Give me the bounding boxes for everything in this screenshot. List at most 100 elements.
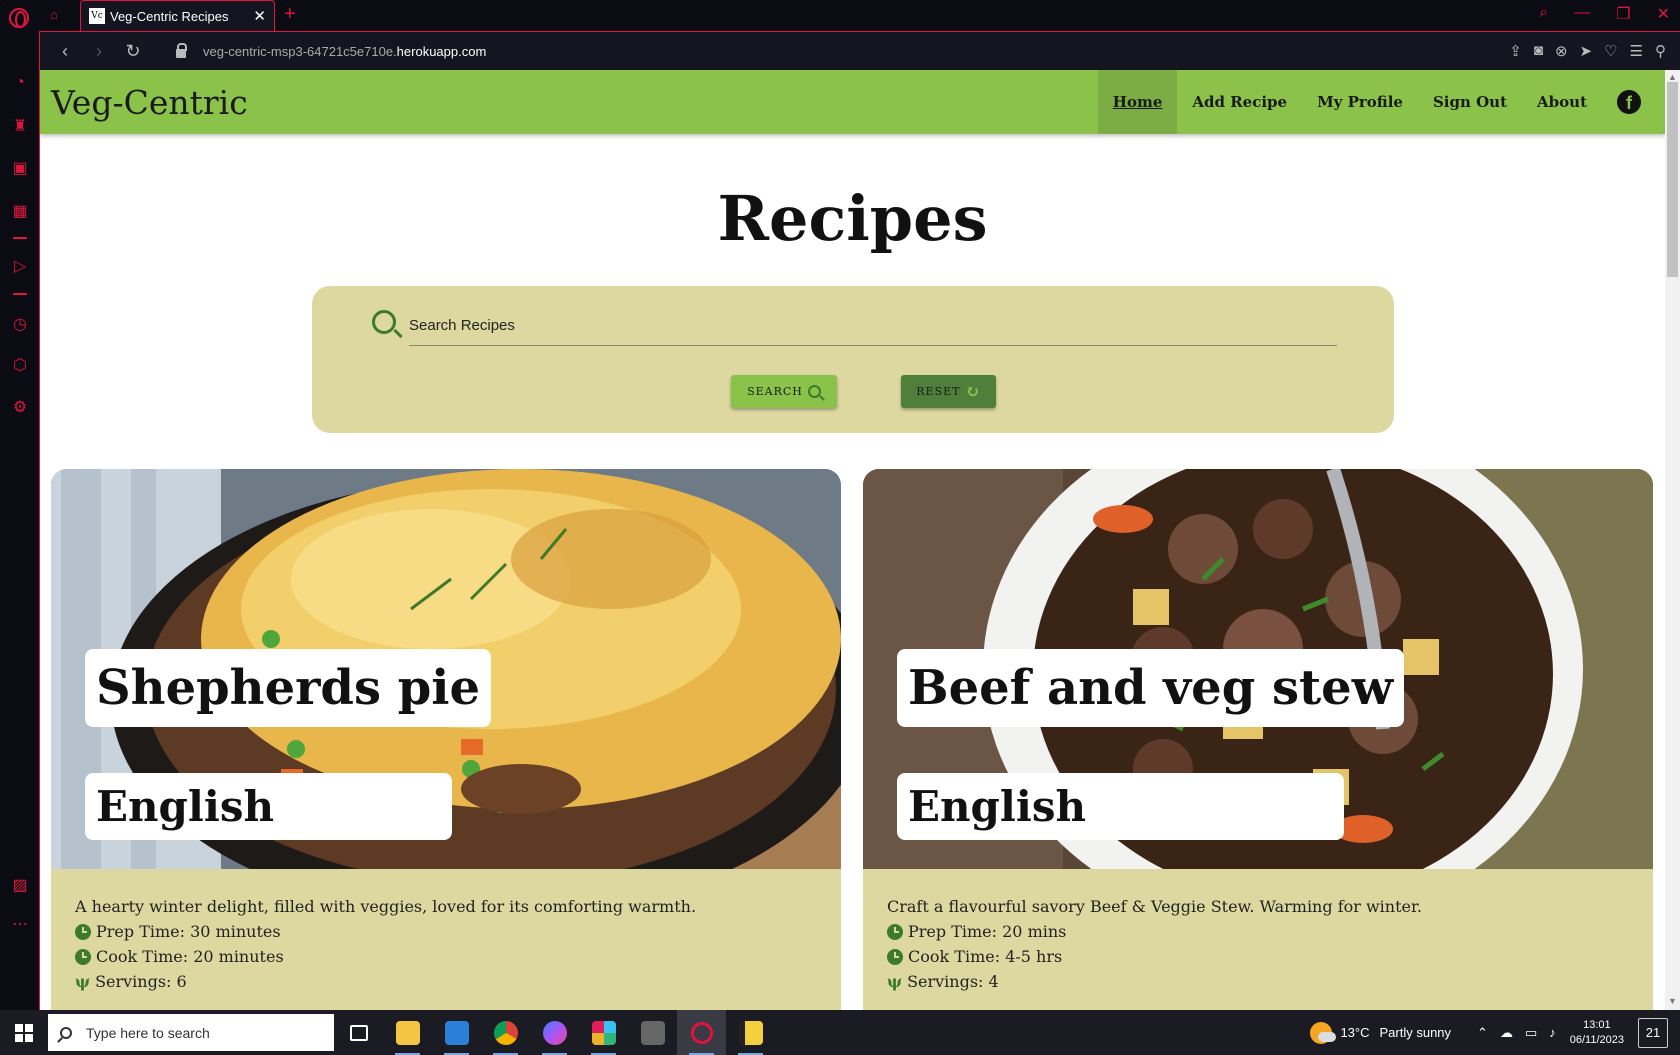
more-icon[interactable]: ⋯ <box>10 915 30 935</box>
reset-button[interactable]: RESET ↻ <box>901 375 996 408</box>
nav-add-recipe[interactable]: Add Recipe <box>1177 70 1302 134</box>
reset-icon: ↻ <box>965 381 981 402</box>
browser-tab-bar: ⌂ Vc Veg-Centric Recipes ✕ + ⌕ — ❐ ✕ <box>0 0 1680 31</box>
extensions-icon[interactable]: ⬡ <box>10 356 30 376</box>
slack-icon[interactable] <box>579 1010 628 1055</box>
lock-icon[interactable] <box>176 42 187 58</box>
gamepad-icon[interactable]: ⌂ <box>50 7 66 23</box>
gx-corner-icon[interactable]: ♜ <box>10 117 30 137</box>
tab-close-icon[interactable]: ✕ <box>253 7 266 25</box>
servings-text: Servings: 4 <box>907 972 999 991</box>
scroll-down-icon[interactable]: ▼ <box>1668 996 1677 1006</box>
network-icon[interactable]: ▭ <box>1525 1025 1537 1041</box>
tab-favicon-icon: Vc <box>89 8 105 24</box>
weather-temp[interactable]: 13°C <box>1340 1025 1369 1040</box>
recipe-image-beef-stew[interactable]: Beef and veg stew English <box>863 469 1653 869</box>
cat-app-icon[interactable] <box>628 1010 677 1055</box>
twitch-icon[interactable]: ▣ <box>10 159 30 179</box>
search-button-label: SEARCH <box>747 385 803 398</box>
nav-links: Home Add Recipe My Profile Sign Out Abou… <box>1097 70 1665 134</box>
notification-center-icon[interactable]: 21 <box>1638 1017 1668 1048</box>
reload-icon[interactable]: ↻ <box>124 41 142 62</box>
url-field[interactable]: veg-centric-msp3-64721c5e710e.herokuapp.… <box>203 44 486 59</box>
task-view-icon[interactable] <box>334 1010 383 1055</box>
nav-about[interactable]: About <box>1522 70 1602 134</box>
recipe-card-body: A hearty winter delight, filled with veg… <box>51 869 841 1010</box>
mail-icon[interactable] <box>432 1010 481 1055</box>
recipe-card[interactable]: Beef and veg stew English Craft a flavou… <box>863 469 1653 1010</box>
easy-setup-icon[interactable]: ☰ <box>1630 42 1643 60</box>
opera-menu-icon[interactable] <box>9 8 29 28</box>
system-tray: 13°C Partly sunny ⌃ ☁ ▭ ♪ 13:01 06/11/20… <box>1310 1010 1680 1055</box>
sidebar-divider <box>13 293 27 295</box>
scroll-up-icon[interactable]: ▲ <box>1668 72 1677 82</box>
volume-icon[interactable]: ♪ <box>1549 1025 1556 1040</box>
prep-time-text: Prep Time: 20 mins <box>908 922 1067 941</box>
browser-tab[interactable]: Vc Veg-Centric Recipes ✕ <box>80 0 275 31</box>
snapshot-icon[interactable]: ◙ <box>1534 42 1543 60</box>
recipe-description: A hearty winter delight, filled with veg… <box>75 897 697 916</box>
chevron-up-icon[interactable]: ⌃ <box>1477 1025 1488 1041</box>
scroll-thumb[interactable] <box>1667 82 1678 277</box>
weather-icon[interactable] <box>1310 1021 1337 1044</box>
search-tabs-icon[interactable]: ⌕ <box>1539 4 1548 24</box>
share-icon[interactable]: ⇪ <box>1509 42 1522 60</box>
nav-my-profile[interactable]: My Profile <box>1302 70 1418 134</box>
heart-icon[interactable]: ♡ <box>1604 42 1617 60</box>
player-icon[interactable]: ▷ <box>10 257 30 277</box>
wallpaper-icon[interactable]: ▨ <box>10 876 30 896</box>
recipe-name: Beef and veg stew <box>897 649 1405 727</box>
windows-start-icon[interactable] <box>0 1010 48 1055</box>
nav-home[interactable]: Home <box>1097 70 1178 134</box>
page-scrollbar[interactable]: ▲ ▼ <box>1665 70 1680 1010</box>
page-viewport: Veg-Centric Home Add Recipe My Profile S… <box>40 70 1665 1010</box>
taskbar-clock[interactable]: 13:01 06/11/2023 <box>1570 1018 1624 1048</box>
recipe-description: Craft a flavourful savory Beef & Veggie … <box>887 897 1422 916</box>
chrome-icon[interactable] <box>481 1010 530 1055</box>
onedrive-icon[interactable]: ☁ <box>1500 1025 1513 1041</box>
recipe-prep-time: Prep Time: 20 mins <box>887 922 1629 941</box>
adblock-icon[interactable]: ⊗ <box>1555 42 1568 60</box>
address-bar: ‹ › ↻ veg-centric-msp3-64721c5e710e.hero… <box>40 31 1680 70</box>
file-explorer-icon[interactable] <box>383 1010 432 1055</box>
prep-time-text: Prep Time: 30 minutes <box>96 922 281 941</box>
speed-dial-icon[interactable]: ◔ <box>10 73 30 93</box>
profile-icon[interactable]: ⚲ <box>1655 42 1666 60</box>
weather-desc[interactable]: Partly sunny <box>1380 1025 1452 1040</box>
facebook-icon[interactable]: f <box>1617 90 1641 114</box>
new-tab-icon[interactable]: + <box>284 3 296 26</box>
utensils-icon: ψ <box>75 972 91 991</box>
send-icon[interactable]: ➤ <box>1580 42 1593 60</box>
recipe-card-body: Craft a flavourful savory Beef & Veggie … <box>863 869 1653 1010</box>
reset-button-label: RESET <box>916 385 961 398</box>
opera-gx-icon[interactable] <box>677 1010 726 1055</box>
browser-sidebar: ◔ ♜ ▣ ▦ ▷ ◷ ⬡ ⚙ ▨ ⋯ <box>0 31 40 1010</box>
recipe-image-shepherds-pie[interactable]: Shepherds pie English <box>51 469 841 869</box>
site-navbar: Veg-Centric Home Add Recipe My Profile S… <box>40 70 1665 134</box>
url-domain: herokuapp.com <box>396 43 487 59</box>
close-window-icon[interactable]: ✕ <box>1657 4 1670 24</box>
restore-icon[interactable]: ❐ <box>1616 4 1630 24</box>
utensils-icon: ψ <box>887 972 903 991</box>
clock-icon <box>75 923 91 940</box>
taskbar-search-box[interactable]: Type here to search <box>48 1014 334 1051</box>
back-icon[interactable]: ‹ <box>56 41 74 62</box>
recipe-servings: ψ Servings: 6 <box>75 972 817 991</box>
recipe-card[interactable]: Shepherds pie English A hearty winter de… <box>51 469 841 1010</box>
settings-icon[interactable]: ⚙ <box>10 398 30 418</box>
nav-sign-out[interactable]: Sign Out <box>1418 70 1522 134</box>
search-button-icon <box>807 385 821 398</box>
search-panel: SEARCH RESET ↻ <box>312 286 1394 433</box>
gx-control-icon[interactable]: ▦ <box>10 202 30 222</box>
clock-date: 06/11/2023 <box>1569 1033 1624 1046</box>
search-input[interactable] <box>409 306 1337 346</box>
recipe-cuisine: English <box>897 773 1344 840</box>
history-icon[interactable]: ◷ <box>10 315 30 335</box>
copilot-icon[interactable] <box>530 1010 579 1055</box>
minimize-icon[interactable]: — <box>1574 4 1590 24</box>
sticky-notes-icon[interactable] <box>726 1010 775 1055</box>
search-button[interactable]: SEARCH <box>731 375 837 408</box>
notification-count: 21 <box>1645 1025 1661 1040</box>
forward-icon[interactable]: › <box>90 41 108 62</box>
brand-logo[interactable]: Veg-Centric <box>51 83 248 122</box>
